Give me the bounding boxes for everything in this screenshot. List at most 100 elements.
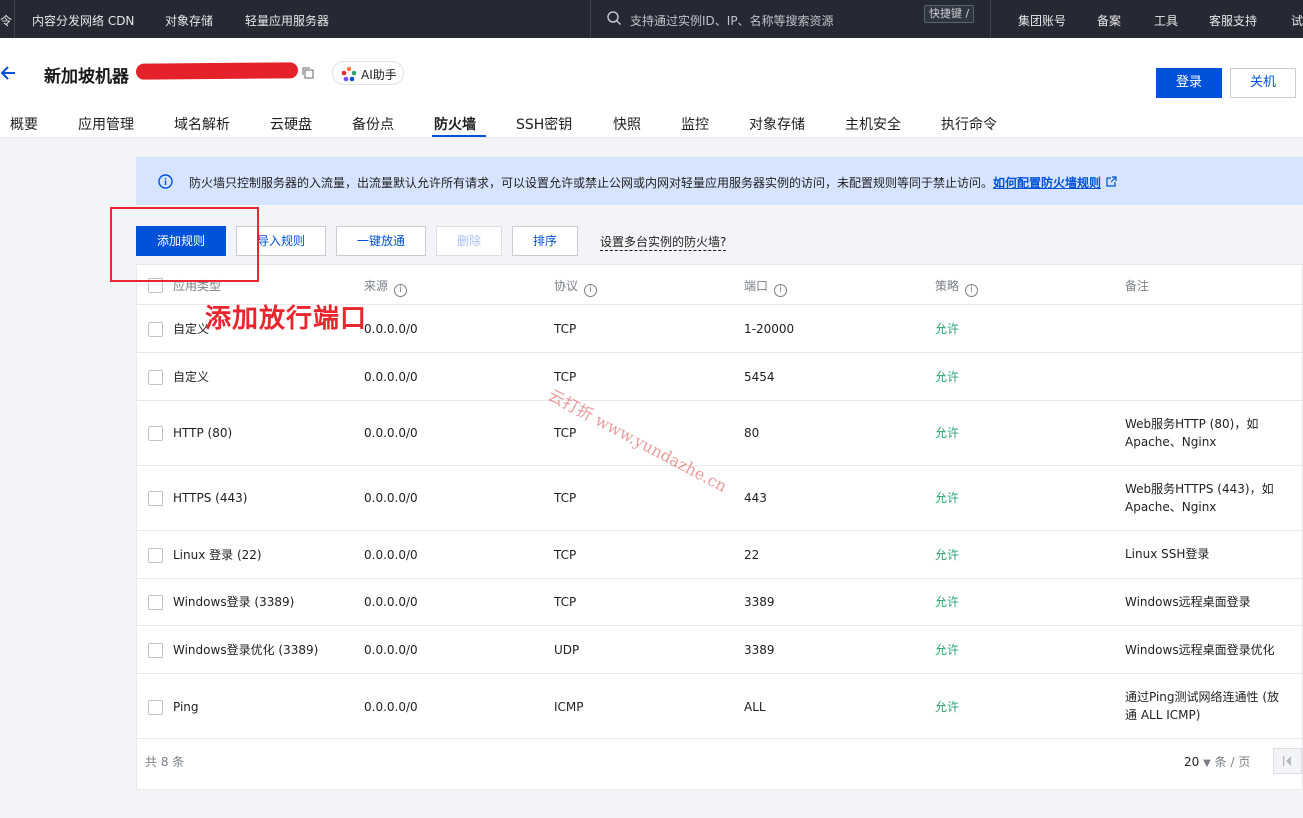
cell-note: 通过Ping测试网络连通性 (放通 ALL ICMP): [1125, 690, 1280, 722]
row-checkbox[interactable]: [148, 370, 163, 385]
cell-protocol: TCP: [554, 548, 577, 562]
tab-dns[interactable]: 域名解析: [174, 114, 230, 134]
tab-app-management[interactable]: 应用管理: [78, 114, 134, 134]
nav-item-beian[interactable]: 备案: [1097, 12, 1121, 29]
sort-button[interactable]: 排序: [512, 226, 578, 256]
column-header-policy: 策略 i: [935, 277, 979, 297]
cell-source: 0.0.0.0/0: [364, 370, 418, 384]
total-count: 共 8 条: [145, 755, 185, 769]
first-page-button[interactable]: [1273, 748, 1302, 774]
cell-source: 0.0.0.0/0: [364, 700, 418, 714]
divider: [137, 673, 1302, 674]
page-title: 新加坡机器: [44, 67, 129, 87]
cell-protocol: TCP: [554, 426, 577, 440]
divider: [137, 530, 1302, 531]
info-notice: 防火墙只控制服务器的入流量，出流量默认允许所有请求，可以设置允许或禁止公网或内网…: [136, 157, 1303, 205]
tab-ssh-keys[interactable]: SSH密钥: [516, 114, 572, 134]
row-checkbox[interactable]: [148, 322, 163, 337]
help-icon[interactable]: i: [584, 284, 598, 297]
cell-source: 0.0.0.0/0: [364, 643, 418, 657]
redaction-mark: [135, 62, 299, 80]
tab-snapshot[interactable]: 快照: [613, 114, 641, 134]
back-arrow-icon[interactable]: [0, 64, 18, 82]
tab-overview[interactable]: 概要: [10, 114, 38, 134]
help-icon[interactable]: i: [774, 284, 788, 297]
cell-port: 443: [744, 491, 767, 505]
chevron-down-icon: ▼: [1203, 758, 1211, 769]
delete-button[interactable]: 删除: [436, 226, 502, 256]
row-checkbox[interactable]: [148, 426, 163, 441]
cell-note: Web服务HTTP (80)，如 Apache、Nginx: [1125, 417, 1259, 449]
divider: [137, 352, 1302, 353]
firewall-rules-table: 应用类型 来源 i 协议 i 端口 i 策略 i 备注 自定义 0.0.0.0/0 TC…: [136, 264, 1303, 790]
page-size-select[interactable]: 20 ▼ 条 / 页: [1184, 753, 1250, 770]
external-link-icon[interactable]: [1106, 176, 1117, 187]
row-checkbox[interactable]: [148, 491, 163, 506]
active-tab-indicator: [432, 135, 486, 137]
nav-item-more[interactable]: 试: [1291, 12, 1303, 29]
divider: [590, 0, 591, 38]
annotation-label: 添加放行端口: [205, 304, 368, 334]
cell-note: Windows远程桌面登录: [1125, 595, 1251, 609]
cell-port: 3389: [744, 595, 775, 609]
tab-backup[interactable]: 备份点: [352, 114, 394, 134]
instance-header: 新加坡机器 AI助手 登录 关机 概要 应用管理 域名解析 云硬盘 备份点 防火…: [0, 38, 1303, 138]
nav-item-support[interactable]: 客服支持: [1209, 12, 1257, 29]
first-page-icon: [1283, 756, 1291, 766]
ai-sparkle-icon: [341, 66, 357, 82]
row-checkbox[interactable]: [148, 643, 163, 658]
ai-assistant-button[interactable]: AI助手: [332, 61, 404, 85]
allow-all-button[interactable]: 一键放通: [336, 226, 426, 256]
cell-app-type: HTTPS (443): [173, 491, 248, 505]
nav-item-group-account[interactable]: 集团账号: [1018, 12, 1066, 29]
nav-item-object-storage[interactable]: 对象存储: [165, 12, 213, 29]
page-size-unit: 条 / 页: [1214, 755, 1251, 769]
cell-app-type: Linux 登录 (22): [173, 548, 262, 562]
cell-port: ALL: [744, 700, 766, 714]
nav-item-tools[interactable]: 工具: [1154, 12, 1178, 29]
top-nav-bar: 令 内容分发网络 CDN 对象存储 轻量应用服务器 支持通过实例ID、IP、名称…: [0, 0, 1303, 38]
help-icon[interactable]: i: [965, 284, 979, 297]
cell-source: 0.0.0.0/0: [364, 595, 418, 609]
tab-monitoring[interactable]: 监控: [681, 114, 709, 134]
column-header-note: 备注: [1125, 279, 1150, 293]
tab-cloud-disk[interactable]: 云硬盘: [270, 114, 312, 134]
cell-app-type: 自定义: [173, 370, 210, 384]
help-icon[interactable]: i: [394, 284, 408, 297]
info-icon: [158, 174, 173, 189]
divider: [14, 0, 15, 38]
cell-source: 0.0.0.0/0: [364, 426, 418, 440]
tab-host-security[interactable]: 主机安全: [845, 114, 901, 134]
row-checkbox[interactable]: [148, 595, 163, 610]
multi-instance-firewall-link[interactable]: 设置多台实例的防火墙?: [600, 233, 727, 251]
cell-port: 80: [744, 426, 760, 440]
cell-source: 0.0.0.0/0: [364, 491, 418, 505]
nav-item-cdn[interactable]: 内容分发网络 CDN: [32, 12, 134, 29]
divider: [137, 738, 1302, 739]
copy-icon[interactable]: [302, 67, 314, 79]
cell-app-type: Ping: [173, 700, 199, 714]
cell-protocol: UDP: [554, 643, 580, 657]
cell-policy: 允许: [935, 700, 960, 714]
row-checkbox[interactable]: [148, 548, 163, 563]
column-header-source: 来源 i: [364, 277, 408, 297]
search-input[interactable]: 支持通过实例ID、IP、名称等搜索资源: [606, 5, 922, 33]
cell-policy: 允许: [935, 491, 960, 505]
tab-object-storage[interactable]: 对象存储: [749, 114, 805, 134]
cell-policy: 允许: [935, 370, 960, 384]
tab-firewall[interactable]: 防火墙: [434, 114, 476, 134]
cell-protocol: TCP: [554, 491, 577, 505]
login-button[interactable]: 登录: [1156, 68, 1222, 98]
menu-icon[interactable]: 令: [0, 12, 12, 29]
cell-policy: 允许: [935, 322, 960, 336]
cell-port: 1-20000: [744, 322, 795, 336]
tab-run-command[interactable]: 执行命令: [941, 114, 997, 134]
nav-item-lighthouse[interactable]: 轻量应用服务器: [245, 12, 329, 29]
row-checkbox[interactable]: [148, 700, 163, 715]
firewall-help-link[interactable]: 如何配置防火墙规则: [993, 174, 1101, 191]
cell-policy: 允许: [935, 595, 960, 609]
divider: [137, 465, 1302, 466]
shutdown-button[interactable]: 关机: [1230, 68, 1296, 98]
cell-port: 3389: [744, 643, 775, 657]
divider: [990, 0, 991, 38]
